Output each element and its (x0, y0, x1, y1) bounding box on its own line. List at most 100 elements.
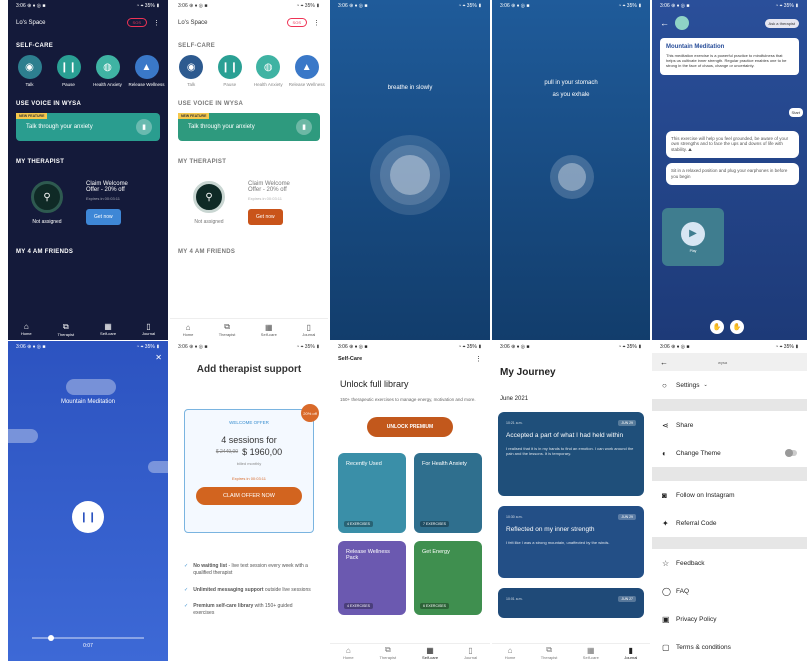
nav-self-care[interactable]: ▦ Self-care (583, 646, 599, 660)
library-tile[interactable]: For Health Anxiety 7 EXERCISES (414, 452, 482, 533)
meditation-body: This meditation exercise is a powerful p… (666, 53, 787, 69)
nav-home[interactable]: ⌂ Home (183, 323, 194, 337)
care-items: ◉ Talk ❙❙ Pause ◍ Health Anxiety ▲ Release W… (8, 55, 168, 87)
get-now-button[interactable]: Get now (86, 209, 121, 226)
claim-offer-button[interactable]: CLAIM OFFER NOW (196, 487, 302, 505)
share-icon: ⋖ (662, 420, 669, 430)
menu-item-terms[interactable]: ▢ Terms & conditions (652, 633, 807, 661)
offer-sessions: 4 sessions for (221, 435, 277, 445)
menu-item-feedback[interactable]: ☆ Feedback (652, 549, 807, 577)
nav-therapist[interactable]: ⧉ Therapist (219, 322, 236, 337)
bottom-nav: ⌂ Home ⧉ Therapist ▦ Self-care ▯ Journal (170, 318, 328, 340)
nav-home[interactable]: ⌂ Home (21, 322, 32, 336)
library-grid: Recently Used 4 EXERCISES For Health Anxi… (330, 437, 490, 615)
journal-entry[interactable]: 10:21 a.m. JUN 29 Accepted a part of what… (498, 412, 644, 496)
screen-therapist-offer: 3:06 ⊕ ♦ ◎ ■ ◔ ⌖ 35% ▮ Add therapist supp… (170, 341, 328, 661)
menu-item-change-theme[interactable]: ◐ Change Theme (652, 439, 807, 467)
chat-message: This exercise will help you feel grounde… (666, 130, 799, 159)
care-item-health-anxiety[interactable]: ◍ Health Anxiety (89, 55, 127, 87)
library-tile[interactable]: Recently Used 4 EXERCISES (338, 452, 406, 533)
voice-card[interactable]: NEW FEATURE Talk through your anxiety ▮ (178, 113, 320, 142)
status-bar: 3:06 ⊕ ♦ ◎ ■ ◔ ⌖ 35% ▮ (16, 3, 160, 9)
back-arrow-icon[interactable]: ← (660, 18, 669, 28)
audio-card[interactable]: ▶ Play (662, 208, 724, 266)
care-item-pause[interactable]: ❙❙ Pause (211, 55, 249, 87)
offer-title: Add therapist support (196, 364, 302, 375)
menu-item-faq[interactable]: ◯ FAQ (652, 577, 807, 605)
voice-card[interactable]: NEW FEATURE Talk through your anxiety ▮ (16, 113, 160, 142)
progress-track[interactable] (32, 635, 144, 641)
play-icon[interactable]: ▶ (681, 221, 705, 246)
more-icon[interactable]: ⋮ (153, 19, 160, 27)
feature-item: ✓ Premium self-care library with 150+ gui… (184, 603, 293, 616)
back-arrow-icon[interactable]: ← (660, 358, 668, 367)
exhale-instruction-2: as you exhale (552, 92, 590, 98)
ask-therapist-button[interactable]: Ask a therapist (764, 18, 799, 28)
nav-self-care[interactable]: ▦ Self-care (261, 323, 277, 337)
menu-item-share[interactable]: ⋖ Share (652, 411, 807, 439)
library-tile[interactable]: Release Wellness Pack 4 EXERCISES (338, 540, 406, 615)
chevron-down-icon: ⌄ (703, 382, 708, 388)
divider (652, 467, 807, 481)
dislike-icon[interactable]: ✋ (730, 320, 744, 334)
mic-icon: ▮ (296, 119, 312, 136)
divider (652, 399, 807, 411)
document-icon: ▢ (662, 642, 670, 652)
sos-button[interactable]: SOS (126, 18, 147, 27)
screen-settings-menu: 3:06 ⊕ ♦ ◎ ■ ◔ ⌖ 35% ▮ ← wysa ○ Settings ⌄ … (652, 341, 807, 661)
cloud-icon (148, 461, 168, 473)
nav-therapist[interactable]: ⧉ Therapist (57, 322, 74, 337)
get-now-button[interactable]: Get now (248, 209, 283, 226)
feature-item: ✓ Unlimited messaging support outside liv… (184, 586, 311, 593)
menu-item-settings[interactable]: ○ Settings ⌄ (652, 371, 807, 399)
status-bar: 3:06 ⊕ ♦ ◎ ■ ◔ ⌖ 35% ▮ (178, 344, 320, 350)
unlock-premium-button[interactable]: UNLOCK PREMIUM (367, 416, 453, 437)
player-time: 0:07 (83, 643, 93, 649)
chat-bubble-icon: ◉ (17, 55, 42, 79)
start-chip[interactable]: Start (788, 108, 803, 117)
nav-therapist[interactable]: ⧉ Therapist (379, 645, 396, 660)
nav-home[interactable]: ⌂ Home (343, 646, 354, 660)
journal-entry[interactable]: 10:01 a.m. JUN 27 (498, 588, 644, 618)
journal-icon: ▮ (628, 645, 633, 655)
menu-item-instagram[interactable]: ◙ Follow on Instagram (652, 481, 807, 509)
nav-therapist[interactable]: ⧉ Therapist (541, 645, 558, 660)
library-header: Self-Care (338, 356, 363, 362)
home-icon: ⌂ (345, 645, 351, 655)
more-icon[interactable]: ⋮ (475, 355, 482, 363)
journal-entry[interactable]: 10:30 a.m. JUN 29 Reflected on my inner s… (498, 506, 644, 578)
pause-icon: ❙❙ (217, 55, 242, 79)
chat-bubble-icon: ◉ (179, 55, 204, 79)
library-tile[interactable]: Get Energy 6 EXERCISES (414, 540, 482, 615)
progress-knob[interactable] (48, 635, 54, 641)
care-item-talk[interactable]: ◉ Talk (172, 55, 210, 87)
care-item-pause[interactable]: ❙❙ Pause (50, 55, 88, 87)
menu-item-privacy[interactable]: ▣ Privacy Policy (652, 605, 807, 633)
pause-button[interactable]: ❙❙ (72, 501, 104, 533)
theme-toggle[interactable] (785, 449, 797, 457)
screen-breathe-in: 3:06 ⊕ ♦ ◎ ■ ◔ ⌖ 35% ▮ breathe in slowly (330, 0, 490, 340)
nav-journal[interactable]: ▯ Journal (464, 646, 477, 660)
nav-journal[interactable]: ▯ Journal (302, 323, 315, 337)
nav-self-care[interactable]: ▦ Self-care (422, 646, 438, 660)
close-icon[interactable]: ✕ (155, 353, 162, 362)
nav-journal[interactable]: ▮ Journal (624, 646, 637, 660)
care-item-health-anxiety[interactable]: ◍ Health Anxiety (249, 55, 287, 87)
therapist-title: MY THERAPIST (16, 159, 65, 166)
mic-icon: ▮ (136, 119, 152, 136)
pause-icon: ❙❙ (56, 55, 81, 79)
menu-item-referral[interactable]: ✦ Referral Code (652, 509, 807, 537)
care-item-talk[interactable]: ◉ Talk (11, 55, 49, 87)
therapist-offer: ⚲ Not assigned Claim Welcome Offer - 20%… (170, 171, 328, 235)
more-icon[interactable]: ⋮ (313, 19, 320, 27)
care-item-release-wellness[interactable]: ▲ Release Wellness (128, 55, 166, 87)
sos-button[interactable]: SOS (286, 18, 307, 27)
nav-self-care[interactable]: ▦ Self-care (100, 322, 116, 336)
nav-home[interactable]: ⌂ Home (505, 646, 516, 660)
like-icon[interactable]: ✋ (710, 320, 724, 334)
greeting: Lo's Space (178, 19, 208, 26)
nav-journal[interactable]: ▯ Journal (142, 322, 155, 336)
care-item-release-wellness[interactable]: ▲ Release Wellness (288, 55, 326, 87)
grid-icon: ▦ (587, 645, 595, 655)
bottom-nav: ⌂ Home ⧉ Therapist ▦ Self-care ▮ Journal (492, 643, 650, 661)
